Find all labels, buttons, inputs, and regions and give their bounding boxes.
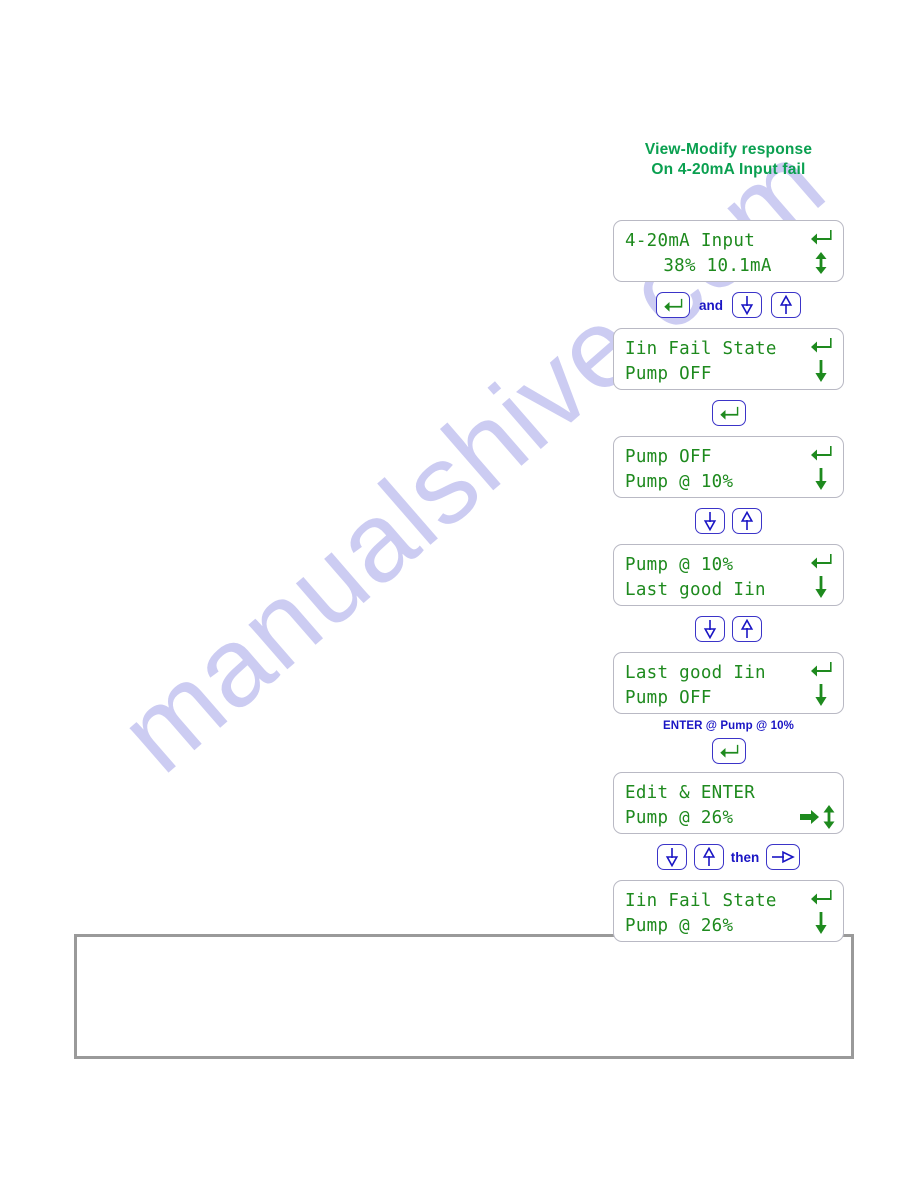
lcd-line-2: Pump OFF bbox=[625, 364, 712, 384]
down-key[interactable] bbox=[695, 508, 725, 534]
enter-arrow-icon bbox=[810, 337, 832, 358]
lcd-line-1: Iin Fail State bbox=[625, 339, 777, 359]
bottom-note-box bbox=[74, 934, 854, 1059]
lcd-line-1: 4-20mA Input bbox=[625, 231, 756, 251]
down-arrow-icon bbox=[814, 468, 828, 495]
enter-arrow-icon bbox=[810, 229, 832, 250]
lcd-screen-edit-and-enter: Edit & ENTER Pump @ 26% bbox=[613, 772, 844, 834]
key-row-down-up-2 bbox=[613, 612, 844, 646]
lcd-line-2: Pump @ 26% bbox=[625, 916, 734, 936]
key-row-enter-2 bbox=[613, 734, 844, 768]
lcd-icon-group bbox=[808, 659, 834, 715]
down-key[interactable] bbox=[732, 292, 762, 318]
lcd-line-1: Iin Fail State bbox=[625, 891, 777, 911]
connector-label-and: and bbox=[698, 297, 723, 313]
enter-key[interactable] bbox=[711, 738, 746, 764]
enter-key[interactable] bbox=[711, 400, 746, 426]
enter-arrow-icon bbox=[810, 889, 832, 910]
lcd-line-2: Last good Iin bbox=[625, 580, 766, 600]
lcd-icon-group bbox=[808, 551, 834, 607]
page-title: View-Modify response On 4-20mA Input fai… bbox=[613, 140, 844, 180]
lcd-screen-4-20ma-input: 4-20mA Input 38% 10.1mA bbox=[613, 220, 844, 282]
right-key[interactable] bbox=[766, 844, 801, 870]
lcd-line-2: 38% 10.1mA bbox=[663, 256, 772, 276]
enter-arrow-icon bbox=[810, 553, 832, 574]
lcd-line-1: Pump OFF bbox=[625, 447, 712, 467]
up-down-arrow-icon bbox=[814, 252, 828, 279]
lcd-icon-group bbox=[808, 443, 834, 499]
down-arrow-icon bbox=[814, 576, 828, 603]
up-key[interactable] bbox=[771, 292, 801, 318]
right-arrow-icon bbox=[800, 809, 820, 830]
connector-label-then: then bbox=[730, 849, 760, 865]
key-row-down-up-then-right: then bbox=[613, 840, 844, 874]
down-arrow-icon bbox=[814, 360, 828, 387]
up-down-arrow-icon bbox=[822, 805, 836, 834]
down-arrow-icon bbox=[814, 684, 828, 711]
lcd-icon-group bbox=[808, 887, 834, 943]
enter-key[interactable] bbox=[655, 292, 690, 318]
lcd-line-2: Pump @ 10% bbox=[625, 472, 734, 492]
lcd-icon-group bbox=[800, 805, 836, 834]
lcd-screen-pump-off-pump-10: Pump OFF Pump @ 10% bbox=[613, 436, 844, 498]
lcd-screen-last-good-iin-pump-off: Last good Iin Pump OFF bbox=[613, 652, 844, 714]
lcd-icon-group bbox=[808, 335, 834, 391]
up-key[interactable] bbox=[732, 508, 762, 534]
lcd-line-1: Edit & ENTER bbox=[625, 783, 756, 803]
lcd-screen-iin-fail-state-pump-off: Iin Fail State Pump OFF bbox=[613, 328, 844, 390]
up-key[interactable] bbox=[732, 616, 762, 642]
up-key[interactable] bbox=[693, 844, 724, 870]
page-title-line-1: View-Modify response bbox=[644, 141, 813, 158]
lcd-icon-group bbox=[808, 227, 834, 283]
down-key[interactable] bbox=[656, 844, 687, 870]
enter-arrow-icon bbox=[810, 661, 832, 682]
lcd-screen-iin-fail-state-pump-26: Iin Fail State Pump @ 26% bbox=[613, 880, 844, 942]
key-row-enter-and-updown: and bbox=[613, 288, 844, 322]
down-arrow-icon bbox=[814, 912, 828, 939]
lcd-line-1: Pump @ 10% bbox=[625, 555, 734, 575]
down-key[interactable] bbox=[695, 616, 725, 642]
key-row-down-up-1 bbox=[613, 504, 844, 538]
enter-arrow-icon bbox=[810, 445, 832, 466]
page-title-line-2: On 4-20mA Input fail bbox=[651, 161, 806, 178]
procedure-flow: View-Modify response On 4-20mA Input fai… bbox=[613, 140, 844, 942]
lcd-line-1: Last good Iin bbox=[625, 663, 766, 683]
lcd-screen-pump-10-last-good-iin: Pump @ 10% Last good Iin bbox=[613, 544, 844, 606]
lcd-line-2: Pump OFF bbox=[625, 688, 712, 708]
annotation-enter-at-pump-10: ENTER @ Pump @ 10% bbox=[663, 720, 794, 732]
key-row-enter-1 bbox=[613, 396, 844, 430]
